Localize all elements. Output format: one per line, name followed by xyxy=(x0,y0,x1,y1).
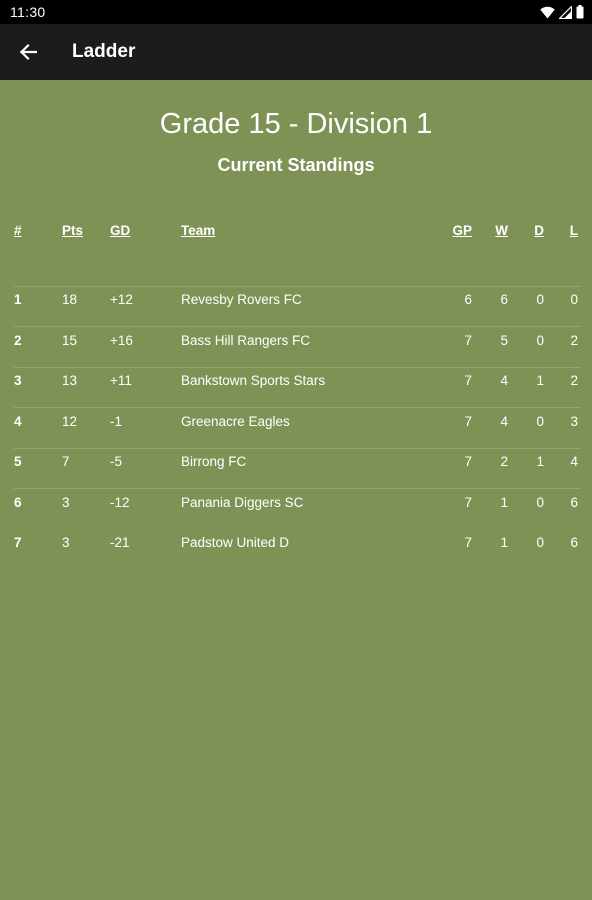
table-row[interactable]: 5 7 -5 Birrong FC 7 2 1 4 xyxy=(14,408,580,469)
wifi-icon xyxy=(540,6,555,18)
column-header-goal-difference[interactable]: GD xyxy=(110,216,130,246)
table-body: 1 18 +12 Revesby Rovers FC 6 6 0 0 2 15 +16 Bass Hi… xyxy=(14,246,580,550)
row-losses: 6 xyxy=(570,535,578,550)
table-row[interactable]: 2 15 +16 Bass Hill Rangers FC 7 5 0 2 xyxy=(14,287,580,348)
battery-icon xyxy=(576,5,584,19)
column-header-team[interactable]: Team xyxy=(181,216,215,246)
row-points: 3 xyxy=(62,535,70,550)
column-header-wins[interactable]: W xyxy=(490,216,508,246)
row-team-name: Padstow United D xyxy=(181,535,290,550)
ladder-table: # Pts GD Team GP W D L 1 18 +12 Revesby Rov… xyxy=(14,216,580,550)
column-header-position[interactable]: # xyxy=(14,216,22,246)
signal-icon xyxy=(559,5,572,19)
row-draws: 0 xyxy=(536,535,544,550)
table-row[interactable]: 7 3 -21 Padstow United D 7 1 0 6 xyxy=(14,489,580,550)
row-position: 7 xyxy=(14,535,22,550)
row-wins: 1 xyxy=(500,535,508,550)
standings-subtitle: Current Standings xyxy=(217,155,375,175)
row-goal-difference: -21 xyxy=(110,535,130,550)
status-icons xyxy=(540,5,584,19)
back-button[interactable] xyxy=(0,24,56,80)
column-header-losses[interactable]: L xyxy=(560,216,578,246)
status-time: 11:30 xyxy=(10,4,46,20)
table-row[interactable]: 6 3 -12 Panania Diggers SC 7 1 0 6 xyxy=(14,449,580,510)
row-games-played: 7 xyxy=(464,535,472,550)
table-row[interactable]: 1 18 +12 Revesby Rovers FC 6 6 0 0 xyxy=(14,246,580,307)
column-header-points[interactable]: Pts xyxy=(62,216,83,246)
app-bar: Ladder xyxy=(0,24,592,80)
column-header-games-played[interactable]: GP xyxy=(450,216,472,246)
arrow-left-icon xyxy=(19,43,37,61)
table-header: # Pts GD Team GP W D L xyxy=(14,216,580,246)
table-row[interactable]: 4 12 -1 Greenacre Eagles 7 4 0 3 xyxy=(14,368,580,429)
status-bar: 11:30 xyxy=(0,0,592,24)
competition-title: Grade 15 - Division 1 xyxy=(159,108,433,140)
app-title: Ladder xyxy=(72,41,136,62)
table-row[interactable]: 3 13 +11 Bankstown Sports Stars 7 4 1 2 xyxy=(14,327,580,388)
column-header-draws[interactable]: D xyxy=(526,216,544,246)
